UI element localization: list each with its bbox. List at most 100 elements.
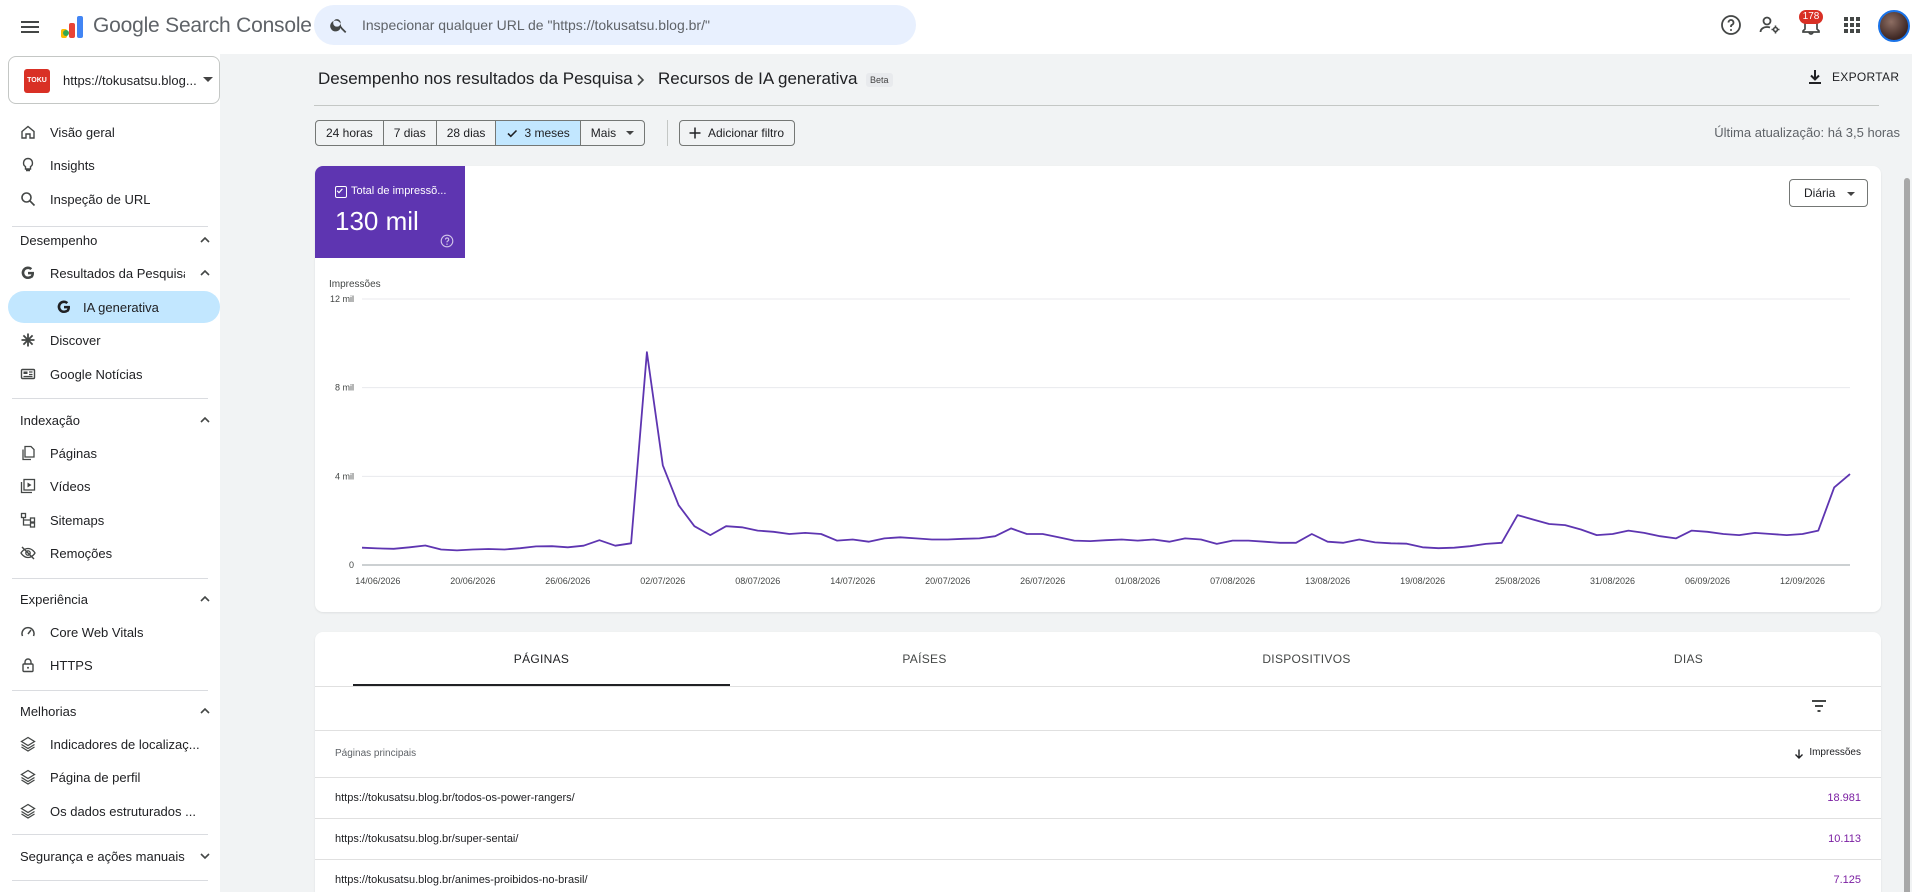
sidebar-item-label: Vídeos	[50, 479, 91, 494]
divider	[314, 105, 1879, 106]
chip-more-dropdown[interactable]: Mais	[581, 121, 644, 145]
search-input[interactable]	[362, 5, 902, 45]
app-title[interactable]: Google Search Console	[93, 14, 312, 38]
export-label: EXPORTAR	[1832, 70, 1900, 84]
tab-devices[interactable]: DISPOSITIVOS	[1118, 632, 1495, 686]
x-tick-label: 20/07/2026	[925, 576, 970, 586]
caret-down-icon	[626, 131, 635, 135]
sidebar-item-label: Página de perfil	[50, 770, 141, 785]
sidebar-item-pages[interactable]: Páginas	[8, 437, 220, 469]
page-title: Recursos de IA generativa	[658, 69, 858, 88]
property-selector[interactable]: TOKU https://tokusatsu.blog...	[8, 56, 220, 104]
property-favicon: TOKU	[24, 69, 50, 93]
table-row[interactable]: https://tokusatsu.blog.br/super-sentai/ …	[315, 819, 1881, 860]
breadcrumb-performance[interactable]: Desempenho nos resultados da Pesquisa	[318, 69, 633, 89]
granularity-label: Diária	[1804, 186, 1836, 200]
chevron-down-icon	[200, 853, 210, 860]
sidebar-item-https[interactable]: HTTPS	[8, 649, 220, 681]
property-label: https://tokusatsu.blog...	[63, 73, 197, 88]
google-g-icon	[21, 266, 34, 280]
tab-countries[interactable]: PAÍSES	[736, 632, 1113, 686]
chevron-up-icon	[200, 595, 210, 602]
metric-total-impressions[interactable]: Total de impressõ... 130 mil	[315, 166, 465, 258]
sidebar-item-label: Insights	[50, 158, 95, 173]
tab-pages[interactable]: PÁGINAS	[353, 632, 730, 686]
chip-label: 28 dias	[446, 126, 486, 140]
video-icon	[20, 478, 36, 494]
sidebar-item-search-results[interactable]: Resultados da Pesquisa	[8, 257, 220, 289]
section-label: Desempenho	[20, 233, 98, 248]
help-icon[interactable]	[1719, 13, 1743, 37]
sidebar-item-label: IA generativa	[83, 300, 159, 315]
gauge-icon	[21, 626, 35, 637]
checkbox-checked-icon[interactable]	[335, 186, 347, 198]
section-label: Melhorias	[20, 704, 77, 719]
sidebar-item-generative-ai[interactable]: IA generativa	[8, 291, 220, 323]
section-security[interactable]: Segurança e ações manuais	[8, 840, 220, 872]
chip-7-days[interactable]: 7 dias	[384, 121, 437, 145]
sidebar-item-label: Resultados da Pesquisa	[50, 266, 185, 281]
table-row[interactable]: https://tokusatsu.blog.br/todos-os-power…	[315, 778, 1881, 819]
date-range-chips: 24 horas 7 dias 28 dias 3 meses Mais	[315, 120, 646, 146]
sidebar-item-core-web-vitals[interactable]: Core Web Vitals	[8, 616, 220, 648]
scrollbar-thumb[interactable]	[1904, 178, 1910, 892]
section-enhancements[interactable]: Melhorias	[8, 695, 220, 727]
url-inspection-search[interactable]	[314, 5, 916, 45]
sidebar-item-sitemaps[interactable]: Sitemaps	[8, 504, 220, 536]
row-url: https://tokusatsu.blog.br/animes-proibid…	[335, 874, 588, 886]
x-tick-label: 08/07/2026	[735, 576, 780, 586]
sidebar-item-label: Google Notícias	[50, 367, 143, 382]
chip-label: 7 dias	[393, 126, 426, 140]
page-scrollbar[interactable]	[1902, 164, 1912, 892]
check-icon	[507, 129, 518, 138]
granularity-dropdown[interactable]: Diária	[1789, 179, 1868, 207]
row-impressions: 7.125	[1833, 874, 1861, 886]
x-tick-label: 26/06/2026	[545, 576, 590, 586]
help-icon[interactable]	[440, 234, 454, 248]
sidebar-item-profile-page[interactable]: Página de perfil	[8, 761, 220, 793]
y-axis-label: Impressões	[329, 279, 381, 290]
chip-3-months[interactable]: 3 meses	[496, 121, 581, 145]
section-indexing[interactable]: Indexação	[8, 404, 220, 436]
impressions-line-chart: Impressões 0 4 mil 8 mil 12 mil 14/06/2026 20/…	[329, 279, 1851, 586]
sidebar-item-discover[interactable]: Discover	[8, 324, 220, 356]
sidebar-item-overview[interactable]: Visão geral	[8, 116, 220, 148]
layers-icon	[20, 769, 36, 785]
divider	[12, 578, 208, 579]
lightbulb-icon	[22, 157, 34, 172]
avatar[interactable]	[1878, 10, 1910, 42]
sidebar-item-label: Discover	[50, 333, 101, 348]
apps-icon[interactable]	[1840, 13, 1864, 37]
column-header-impressions[interactable]: Impressões	[1793, 747, 1861, 759]
y-tick-label: 8 mil	[335, 383, 354, 393]
sidebar-item-videos[interactable]: Vídeos	[8, 470, 220, 502]
sidebar-item-location-indicators[interactable]: Indicadores de localizaç...	[8, 728, 220, 760]
sitemap-icon	[20, 512, 36, 528]
chevron-up-icon	[200, 269, 210, 276]
chevron-up-icon	[200, 707, 210, 714]
filter-icon[interactable]	[1809, 696, 1829, 716]
manage-users-icon[interactable]	[1758, 13, 1782, 37]
top-bar: Google Search Console 178	[0, 0, 1912, 54]
section-experience[interactable]: Experiência	[8, 583, 220, 615]
chip-24-hours[interactable]: 24 horas	[316, 121, 384, 145]
add-filter-button[interactable]: Adicionar filtro	[679, 120, 796, 146]
sidebar-item-insights[interactable]: Insights	[8, 149, 220, 181]
chip-28-days[interactable]: 28 dias	[437, 121, 497, 145]
x-tick-label: 13/08/2026	[1305, 576, 1350, 586]
chip-label: 3 meses	[524, 126, 570, 140]
sidebar-item-removals[interactable]: Remoções	[8, 537, 220, 569]
sidebar-item-url-inspection[interactable]: Inspeção de URL	[8, 183, 220, 215]
tab-days[interactable]: DIAS	[1500, 632, 1877, 686]
menu-icon[interactable]	[18, 15, 42, 39]
search-console-logo	[61, 16, 83, 38]
table-row[interactable]: https://tokusatsu.blog.br/animes-proibid…	[315, 860, 1881, 892]
section-performance[interactable]: Desempenho	[8, 224, 220, 256]
section-label: Segurança e ações manuais	[20, 849, 185, 864]
sidebar-item-structured-data[interactable]: Os dados estruturados ...	[8, 795, 220, 827]
divider	[12, 690, 208, 691]
layers-icon	[20, 736, 36, 752]
sidebar-item-google-news[interactable]: Google Notícias	[8, 358, 220, 390]
asterisk-icon	[21, 333, 35, 347]
x-tick-label: 25/08/2026	[1495, 576, 1540, 586]
